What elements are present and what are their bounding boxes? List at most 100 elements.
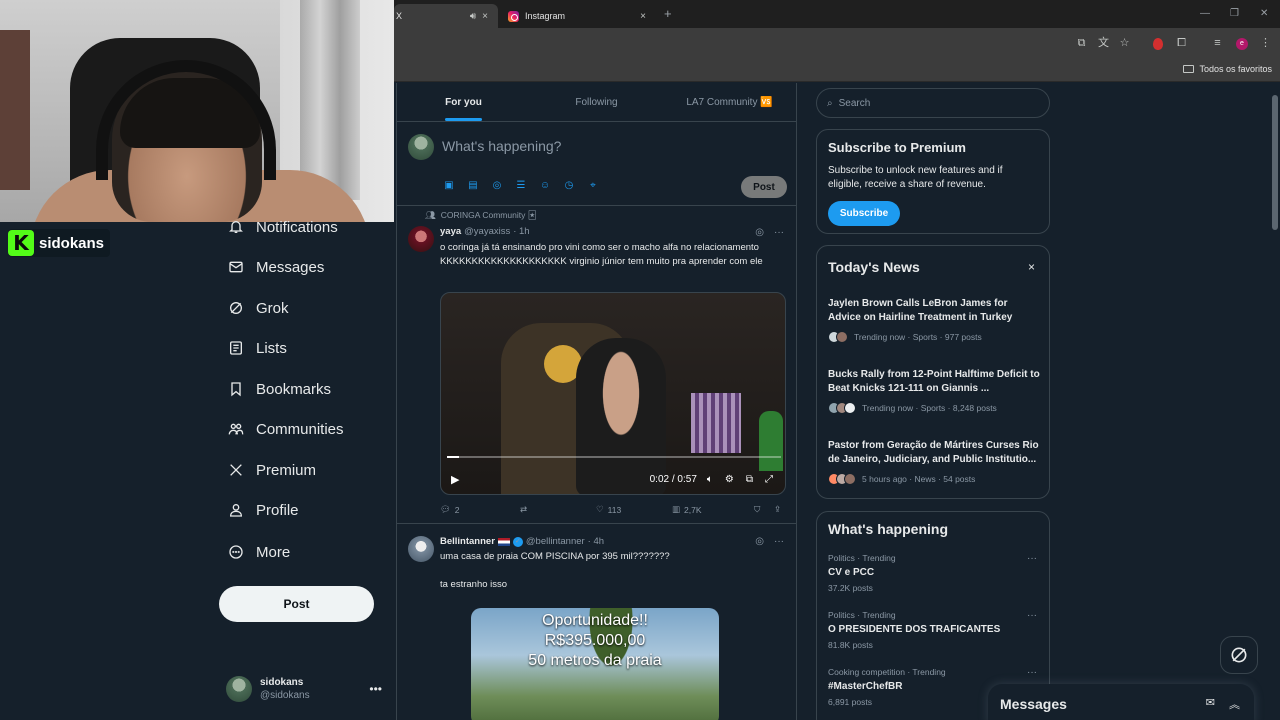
tweet-video[interactable]: ▶ 0:02 / 0:57 🔈︎ ⚙ ⧉ ⤢ [440,292,786,495]
gif-icon[interactable]: ▤ [467,180,479,192]
news-item[interactable]: Pastor from Geração de Mártires Curses R… [828,439,1042,485]
nav-bookmarks[interactable]: Bookmarks [228,377,331,401]
author-name[interactable]: yaya [440,226,461,237]
trend-item[interactable]: Politics · Trending O PRESIDENTE DOS TRA… [828,610,1042,650]
fullscreen-icon[interactable]: ⤢ [765,474,773,485]
author-handle[interactable]: @yayaxiss [464,226,510,237]
reply-button[interactable]: 💬︎ 2 [440,504,520,515]
news-meta: Trending now · Sports · 8,248 posts [862,403,997,413]
play-icon[interactable]: ▶ [451,473,459,486]
tweet[interactable]: Bellintanner ✓ @bellintanner · 4h ◎ ··· … [397,524,796,720]
restore-icon[interactable]: ❐ [1230,8,1239,19]
page-scrollbar[interactable] [1270,83,1280,720]
subscribe-button[interactable]: Subscribe [828,201,900,226]
star-icon[interactable]: ☆ [1118,37,1131,50]
author-handle[interactable]: @bellintanner [526,536,585,547]
profile-avatar[interactable]: e [1236,38,1248,50]
grok-icon[interactable]: ◎ [755,536,764,547]
post-button[interactable]: Post [219,586,374,622]
all-bookmarks-folder[interactable]: Todos os favoritos [1183,64,1272,74]
more-dots-icon[interactable]: ··· [774,227,784,238]
image-icon[interactable]: ▣ [443,180,455,192]
expand-icon[interactable]: ︽ [1229,696,1240,712]
translate-icon[interactable]: 文 [1097,37,1110,50]
new-message-icon[interactable]: ✉ [1206,696,1215,712]
tab-close-icon[interactable]: × [640,11,646,22]
tab-la7-community[interactable]: LA7 Community 🆚 [663,83,796,121]
new-tab-button[interactable]: + [664,6,672,21]
poll-icon[interactable]: ☰ [515,180,527,192]
trend-category: Politics · Trending [828,553,896,563]
bookmark-icon[interactable]: ⛉ [754,504,774,515]
nav-communities[interactable]: Communities [228,417,344,441]
author-name[interactable]: Bellintanner [440,536,495,547]
tab-close-icon[interactable]: × [482,11,488,22]
grok-icon[interactable]: ◎ [491,180,503,192]
verified-badge-icon: ✓ [512,536,523,547]
community-icon: 👥︎ [425,210,436,220]
nav-label: Bookmarks [256,380,332,398]
avatar[interactable] [408,226,434,252]
more-dots-icon[interactable]: ··· [1027,610,1037,621]
more-dots-icon[interactable]: ··· [1027,667,1037,678]
avatar[interactable] [408,536,434,562]
tweet[interactable]: 👥︎ CORINGA Community 🃏 yaya @yayaxiss · … [397,206,796,524]
nav-grok[interactable]: Grok [228,296,289,320]
nav-profile[interactable]: Profile [228,498,299,522]
nav-more[interactable]: More [228,540,290,564]
address-bar[interactable] [394,28,1280,60]
more-dots-icon[interactable]: ··· [774,536,784,547]
grok-icon[interactable]: ◎ [755,227,764,238]
nav-lists[interactable]: Lists [228,336,287,360]
nav-notifications[interactable]: Notifications [228,215,338,239]
compose-post-button[interactable]: Post [741,176,787,198]
share-icon[interactable]: ⇪ [774,504,781,515]
grok-icon [230,302,242,314]
views-button[interactable]: ▥ 2,7K [672,504,754,515]
browser-tab-instagram[interactable]: Instagram × [500,4,656,28]
news-item[interactable]: Jaylen Brown Calls LeBron James for Advi… [828,297,1042,343]
close-window-icon[interactable]: ✕ [1260,8,1268,19]
more-dots-icon[interactable]: ··· [1027,553,1037,564]
close-icon[interactable]: × [1028,260,1035,274]
community-label[interactable]: CORINGA Community 🃏 [441,210,537,221]
tab-following[interactable]: Following [530,83,663,121]
like-button[interactable]: ♡ 113 [596,504,672,515]
compose-input[interactable]: What's happening? [442,138,561,154]
envelope-icon [229,261,243,273]
minimize-icon[interactable]: — [1200,8,1210,19]
messages-drawer[interactable]: Messages ✉ ︽ [988,684,1254,720]
tweet-time[interactable]: · 1h [513,226,529,237]
puzzle-icon[interactable]: ⧠ [1175,37,1188,50]
image-text-line: 50 metros da praia [528,652,662,669]
emoji-icon[interactable]: ☺ [539,180,551,192]
tweet-time[interactable]: · 4h [588,536,604,547]
scrollbar-thumb[interactable] [1272,95,1278,230]
install-app-icon[interactable]: ⧉ [1075,37,1088,50]
streamer-name: sidokans [39,234,105,252]
tweet-image[interactable]: Oportunidade!! R$395.000,00 50 metros da… [471,608,719,720]
retweet-button[interactable]: ⇄ [520,504,596,515]
news-item[interactable]: Bucks Rally from 12-Point Halftime Defic… [828,368,1042,414]
pip-icon[interactable]: ⧉ [746,474,753,485]
volume-icon[interactable]: 🔈︎ [707,474,713,485]
news-title: Today's News [828,259,920,275]
account-switcher[interactable]: sidokans @sidokans ••• [226,674,386,704]
extension-icon[interactable] [1153,38,1163,50]
grok-floating-button[interactable] [1220,636,1258,674]
location-icon[interactable]: ⌖ [587,180,599,192]
schedule-icon[interactable]: ◷ [563,180,575,192]
browser-tab-x[interactable]: X 🔊︎ × [394,4,498,28]
nav-messages[interactable]: Messages [228,255,324,279]
view-count: 2,7K [684,504,702,515]
nav-premium[interactable]: Premium [228,458,316,482]
video-progress-bar[interactable] [447,456,781,458]
menu-kebab-icon[interactable]: ⋮ [1259,37,1272,50]
speaker-icon[interactable]: 🔊︎ [470,11,476,22]
search-input[interactable]: ⌕ Search [816,88,1050,118]
more-dots-icon[interactable]: ••• [369,682,382,696]
trend-item[interactable]: Politics · Trending CV e PCC 37.2K posts… [828,553,1042,593]
tab-for-you[interactable]: For you [397,83,530,121]
settings-gear-icon[interactable]: ⚙ [725,474,734,485]
media-control-icon[interactable]: ≡ [1211,37,1224,50]
